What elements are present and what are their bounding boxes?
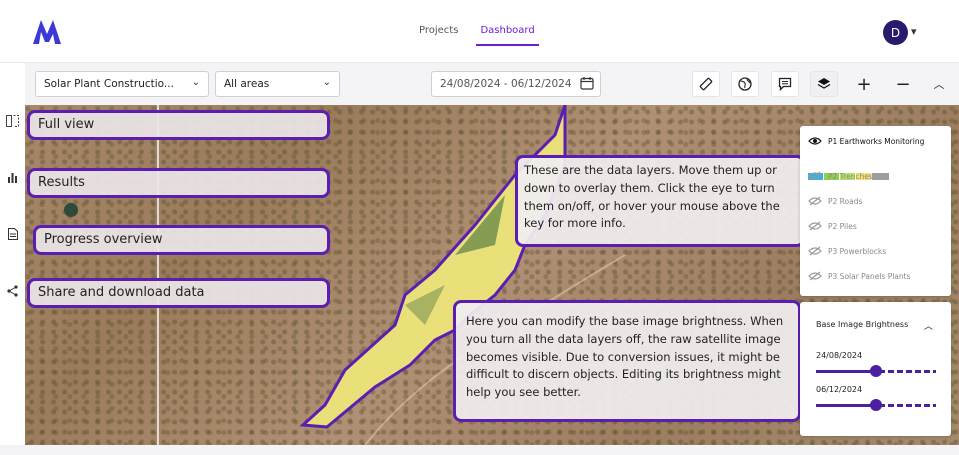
full-view-label: Full view	[38, 117, 95, 132]
zoom-out-button[interactable]: −	[889, 71, 917, 97]
results-label: Results	[38, 175, 85, 190]
full-view-icon[interactable]	[5, 113, 20, 128]
progress-overview-label: Progress overview	[44, 232, 163, 247]
layer-item[interactable]: P2 Roads	[808, 194, 862, 208]
eye-off-icon[interactable]	[808, 196, 822, 206]
user-avatar[interactable]: D	[883, 20, 908, 45]
eye-off-icon[interactable]	[808, 246, 822, 256]
layer-name: P2 Roads	[828, 196, 863, 206]
bottom-strip	[0, 445, 959, 455]
comment-icon	[778, 77, 792, 91]
plus-icon: +	[856, 73, 872, 95]
eye-off-icon[interactable]	[808, 171, 822, 181]
layer-name: P3 Solar Panels Plants	[828, 271, 911, 281]
date-range-value: 24/08/2024 - 06/12/2024	[440, 78, 572, 90]
progress-overview-hint: Progress overview	[33, 225, 330, 255]
brightness-panel: Base Image Brightness ︿ 24/08/2024 06/12…	[800, 302, 951, 436]
layer-name: P1 Earthworks Monitoring	[828, 136, 925, 146]
layer-item[interactable]: P3 Solar Panels Plants	[808, 269, 911, 283]
brightness-slider[interactable]	[816, 365, 936, 377]
slider-date-label: 06/12/2024	[816, 385, 863, 394]
layers-tooltip: These are the data layers. Move them up …	[515, 155, 805, 247]
bar-chart-icon[interactable]	[5, 170, 20, 185]
date-range-picker[interactable]: 24/08/2024 - 06/12/2024	[431, 71, 601, 97]
slider-handle[interactable]	[870, 365, 882, 377]
zoom-in-button[interactable]: +	[850, 71, 878, 97]
calendar-icon[interactable]	[580, 76, 594, 90]
top-bar: Projects Dashboard D ▾	[0, 0, 959, 63]
comments-button[interactable]	[771, 71, 799, 97]
globe-icon	[738, 77, 752, 91]
layer-name: P3 Powerblocks	[828, 246, 887, 256]
nav-projects[interactable]: Projects	[415, 20, 462, 46]
layer-item[interactable]: P2 Piles	[808, 219, 857, 233]
layers-tooltip-text: These are the data layers. Move them up …	[524, 163, 780, 231]
ruler-icon	[699, 77, 713, 91]
project-select[interactable]: Solar Plant Constructio... ⌄	[35, 71, 209, 97]
full-view-hint: Full view	[27, 110, 330, 140]
map-toolbar: Solar Plant Constructio... ⌄ All areas ⌄…	[25, 63, 959, 105]
results-hint: Results	[27, 168, 330, 198]
brightness-slider[interactable]	[816, 399, 936, 411]
share-download-hint: Share and download data	[27, 278, 330, 308]
document-icon[interactable]	[5, 226, 20, 241]
app-logo[interactable]	[33, 20, 65, 44]
brightness-title: Base Image Brightness	[816, 320, 909, 329]
layer-name: P2 Piles	[828, 221, 857, 231]
chevron-down-icon[interactable]: ▾	[911, 25, 917, 38]
layer-item[interactable]: P1 Earthworks Monitoring	[808, 134, 924, 148]
layer-item[interactable]: P2 Trenches	[808, 169, 873, 183]
left-rail	[0, 63, 25, 455]
legend-swatch[interactable]	[872, 173, 889, 180]
layer-item[interactable]: P3 Powerblocks	[808, 244, 886, 258]
slider-date-label: 24/08/2024	[816, 351, 863, 360]
chevron-down-icon: ⌄	[191, 77, 200, 88]
minus-icon: −	[895, 73, 911, 95]
chevron-up-icon[interactable]: ︿	[924, 319, 933, 332]
layers-panel: P1 Earthworks Monitoring P2 Trenches P2 …	[800, 126, 951, 296]
brightness-tooltip: Here you can modify the base image brigh…	[453, 300, 801, 422]
slider-handle[interactable]	[870, 399, 882, 411]
brightness-tooltip-text: Here you can modify the base image brigh…	[466, 314, 784, 400]
globe-button[interactable]	[731, 71, 759, 97]
eye-off-icon[interactable]	[808, 221, 822, 231]
area-select-value: All areas	[224, 78, 270, 90]
collapse-toolbar-button[interactable]: ︿	[925, 71, 953, 97]
nav-dashboard[interactable]: Dashboard	[476, 20, 539, 46]
area-select[interactable]: All areas ⌄	[215, 71, 340, 97]
share-download-label: Share and download data	[38, 285, 205, 300]
ruler-button[interactable]	[692, 71, 720, 97]
eye-off-icon[interactable]	[808, 271, 822, 281]
share-icon[interactable]	[5, 283, 20, 298]
main-nav: Projects Dashboard	[415, 20, 539, 46]
project-select-value: Solar Plant Constructio...	[44, 78, 174, 90]
layers-icon	[817, 78, 831, 89]
eye-icon[interactable]	[808, 136, 822, 146]
chevron-down-icon: ⌄	[322, 77, 331, 88]
layer-name: P2 Trenches	[828, 171, 873, 181]
layers-button[interactable]	[810, 71, 838, 97]
chevron-up-icon: ︿	[933, 78, 945, 91]
